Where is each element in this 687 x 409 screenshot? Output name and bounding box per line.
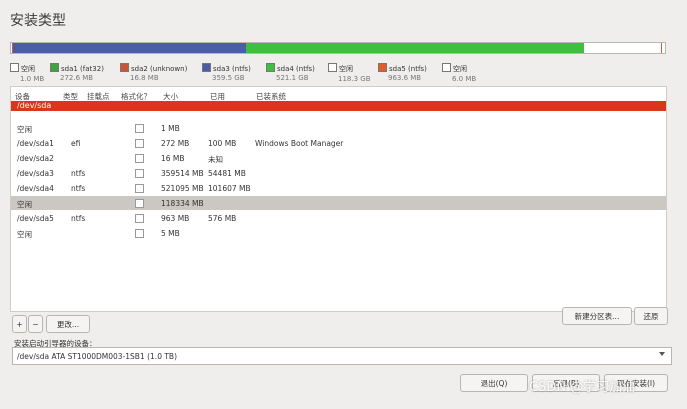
- legend-size: 6.0 MB: [452, 75, 477, 83]
- legend-item: 空闲 1.0 MB: [10, 63, 44, 83]
- row-device: /dev/sda4: [17, 184, 54, 193]
- legend-name: sda2 (unknown): [131, 65, 188, 73]
- table-row[interactable]: 空闲 1 MB: [11, 121, 666, 135]
- installer-window: 安装类型 空闲 1.0 MB sda1 (fat32) 272.6 MB sda2 (u…: [0, 0, 687, 409]
- row-device: /dev/sda2: [17, 154, 54, 163]
- partition-bar-segment: [12, 43, 246, 53]
- row-type: ntfs: [71, 184, 86, 193]
- row-size: 272 MB: [161, 139, 190, 148]
- legend-item: 空闲 118.3 GB: [328, 63, 371, 83]
- format-checkbox[interactable]: [135, 214, 144, 223]
- row-size: 359514 MB: [161, 169, 204, 178]
- format-checkbox[interactable]: [135, 169, 144, 178]
- table-row[interactable]: /dev/sda2 16 MB 未知: [11, 151, 666, 165]
- legend-item: sda1 (fat32) 272.6 MB: [50, 63, 104, 82]
- row-device: /dev/sda3: [17, 169, 54, 178]
- table-row[interactable]: /dev/sda5 ntfs 963 MB 576 MB: [11, 211, 666, 225]
- row-size: 963 MB: [161, 214, 190, 223]
- legend-swatch: [202, 63, 211, 72]
- partition-bar-segment: [245, 43, 585, 53]
- format-checkbox[interactable]: [135, 229, 144, 238]
- format-checkbox[interactable]: [135, 184, 144, 193]
- legend-item: sda3 (ntfs) 359.5 GB: [202, 63, 251, 82]
- row-device: 空闲: [17, 230, 32, 239]
- partition-bar-segment: [584, 43, 662, 53]
- row-device: 空闲: [17, 125, 32, 134]
- legend-size: 359.5 GB: [212, 74, 245, 82]
- legend-name: 空闲: [339, 65, 353, 73]
- legend-swatch: [266, 63, 275, 72]
- remove-partition-button[interactable]: −: [28, 315, 43, 333]
- legend-item: sda2 (unknown) 16.8 MB: [120, 63, 187, 82]
- boot-device-value: /dev/sda ATA ST1000DM003-1SB1 (1.0 TB): [17, 352, 177, 361]
- legend-name: sda1 (fat32): [61, 65, 104, 73]
- legend-item: sda4 (ntfs) 521.1 GB: [266, 63, 315, 82]
- revert-button[interactable]: 还原: [634, 307, 668, 325]
- legend-name: sda5 (ntfs): [389, 65, 427, 73]
- row-size: 1 MB: [161, 124, 180, 133]
- row-used: 101607 MB: [208, 184, 251, 193]
- row-size: 521095 MB: [161, 184, 204, 193]
- legend-size: 272.6 MB: [60, 74, 94, 82]
- format-checkbox[interactable]: [135, 124, 144, 133]
- legend-item: 空闲 6.0 MB: [442, 63, 476, 83]
- partition-legend: 空闲 1.0 MB sda1 (fat32) 272.6 MB sda2 (unknow…: [10, 63, 670, 85]
- legend-size: 1.0 MB: [20, 75, 45, 83]
- legend-swatch: [10, 63, 19, 72]
- legend-name: sda4 (ntfs): [277, 65, 315, 73]
- add-partition-button[interactable]: +: [12, 315, 27, 333]
- partition-bar: [10, 42, 666, 54]
- legend-swatch: [378, 63, 387, 72]
- quit-button[interactable]: 退出(Q): [460, 374, 528, 392]
- partition-bar-segment: [661, 43, 666, 53]
- row-used: 未知: [208, 155, 223, 164]
- table-row[interactable]: 空闲 5 MB: [11, 226, 666, 240]
- table-row[interactable]: /dev/sda4 ntfs 521095 MB 101607 MB: [11, 181, 666, 195]
- row-type: ntfs: [71, 169, 86, 178]
- legend-name: 空闲: [453, 65, 467, 73]
- row-size: 16 MB: [161, 154, 185, 163]
- row-used: 54481 MB: [208, 169, 246, 178]
- row-device: /dev/sda1: [17, 139, 54, 148]
- legend-name: 空闲: [21, 65, 35, 73]
- disk-row[interactable]: /dev/sda: [11, 101, 666, 111]
- watermark: CSDN @学习加油: [529, 380, 636, 395]
- row-size: 5 MB: [161, 229, 180, 238]
- table-row[interactable]: /dev/sda1 efi 272 MB 100 MB Windows Boot Man…: [11, 136, 666, 150]
- legend-size: 521.1 GB: [276, 74, 309, 82]
- row-size: 118334 MB: [161, 199, 204, 208]
- legend-swatch: [442, 63, 451, 72]
- partition-table: 设备 类型 挂载点 格式化？ 大小 已用 已装系统 /dev/sda 空闲 1 M…: [10, 86, 667, 312]
- row-used: 100 MB: [208, 139, 237, 148]
- legend-size: 118.3 GB: [338, 75, 371, 83]
- table-header: 设备 类型 挂载点 格式化？ 大小 已用 已装系统: [11, 87, 666, 101]
- row-type: ntfs: [71, 214, 86, 223]
- disk-name: /dev/sda: [17, 101, 52, 110]
- table-row[interactable]: /dev/sda3 ntfs 359514 MB 54481 MB: [11, 166, 666, 180]
- format-checkbox[interactable]: [135, 139, 144, 148]
- boot-device-select[interactable]: /dev/sda ATA ST1000DM003-1SB1 (1.0 TB): [12, 347, 672, 365]
- legend-swatch: [120, 63, 129, 72]
- row-type: efi: [71, 139, 81, 148]
- row-device: /dev/sda5: [17, 214, 54, 223]
- row-system: Windows Boot Manager: [255, 139, 344, 148]
- legend-size: 963.6 MB: [388, 74, 422, 82]
- change-partition-button[interactable]: 更改...: [46, 315, 90, 333]
- page-title: 安装类型: [10, 13, 66, 29]
- table-row[interactable]: 空闲 118334 MB: [11, 196, 666, 210]
- format-checkbox[interactable]: [135, 154, 144, 163]
- legend-size: 16.8 MB: [130, 74, 159, 82]
- chevron-down-icon: [659, 352, 665, 356]
- legend-swatch: [328, 63, 337, 72]
- format-checkbox[interactable]: [135, 199, 144, 208]
- legend-name: sda3 (ntfs): [213, 65, 251, 73]
- legend-swatch: [50, 63, 59, 72]
- new-partition-table-button[interactable]: 新建分区表...: [562, 307, 632, 325]
- row-used: 576 MB: [208, 214, 237, 223]
- legend-item: sda5 (ntfs) 963.6 MB: [378, 63, 427, 82]
- row-device: 空闲: [17, 200, 32, 209]
